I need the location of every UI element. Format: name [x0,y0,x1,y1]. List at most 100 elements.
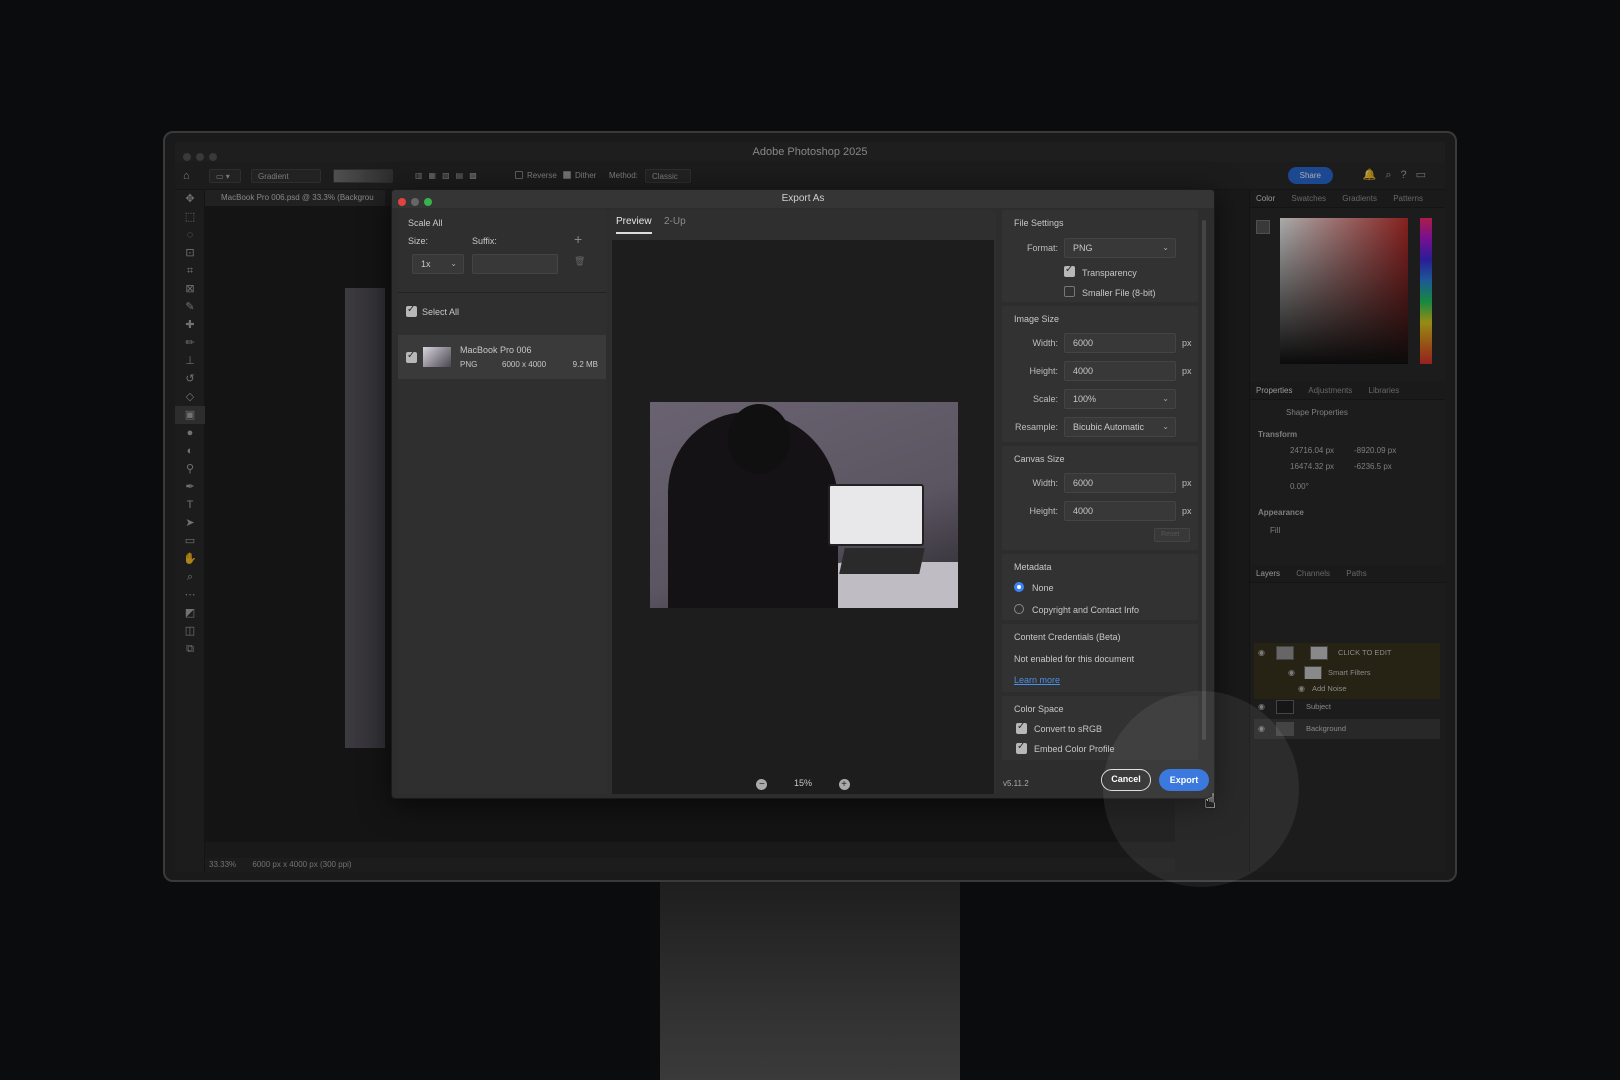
scale-select[interactable]: 100% ⌄ [1064,389,1176,409]
tab-2-up[interactable]: 2-Up [664,216,686,232]
metadata-title: Metadata [1014,562,1052,572]
monitor-frame: Adobe Photoshop 2025 ⌂ ▭ ▾ Gradient ▥▦▧▤… [163,131,1457,882]
dialog-title: Export As [781,193,825,204]
add-scale-icon[interactable]: + [574,231,582,247]
image-height-input[interactable]: 4000 [1064,361,1176,381]
canvas-height-unit: px [1182,506,1192,516]
metadata-none-radio[interactable] [1014,582,1024,592]
image-width-unit: px [1182,338,1192,348]
zoom-level: 15% [793,778,812,788]
resample-select[interactable]: Bicubic Automatic ⌄ [1064,417,1176,437]
embed-profile-checkbox[interactable] [1016,741,1027,754]
canvas-width-input[interactable]: 6000 [1064,473,1176,493]
content-credentials-title: Content Credentials (Beta) [1014,632,1121,642]
file-settings-title: File Settings [1014,218,1064,228]
asset-row[interactable]: MacBook Pro 006 PNG 6000 x 4000 9.2 MB [398,335,606,379]
version-label: v5.11.2 [1003,779,1029,788]
asset-file-size: 9.2 MB [572,360,598,369]
image-height-unit: px [1182,366,1192,376]
hand-cursor-icon: ☝ [1204,791,1217,813]
canvas-size-title: Canvas Size [1014,454,1065,464]
minimize-icon[interactable] [411,198,419,206]
settings-scrollbar[interactable] [1202,220,1206,740]
photoshop-window: Adobe Photoshop 2025 ⌂ ▭ ▾ Gradient ▥▦▧▤… [175,142,1445,872]
assets-column: Scale All Size: Suffix: + 1x ⌄ 🗑 Select A… [398,210,606,794]
chevron-down-icon: ⌄ [1162,394,1169,403]
transparency-label: Transparency [1082,268,1137,278]
zoom-in-icon[interactable]: + [838,779,850,790]
format-select[interactable]: PNG ⌄ [1064,238,1176,258]
metadata-copyright-radio[interactable] [1014,604,1024,614]
canvas-width-label: Width: [1032,478,1058,488]
resample-value: Bicubic Automatic [1073,422,1145,432]
zoom-out-icon[interactable]: − [756,779,768,790]
asset-dimensions: 6000 x 4000 [502,360,547,369]
image-width-value: 6000 [1073,338,1094,348]
suffix-label: Suffix: [472,236,497,246]
content-credentials-status: Not enabled for this document [1014,654,1135,664]
size-select[interactable]: 1x ⌄ [412,254,464,274]
learn-more-link[interactable]: Learn more [1014,675,1060,685]
select-all-checkbox[interactable] [406,304,417,317]
tab-preview[interactable]: Preview [616,216,652,234]
metadata-section: Metadata None Copyright and Contact Info [1002,554,1198,620]
color-space-section: Color Space Convert to sRGB Embed Color … [1002,696,1198,760]
export-as-dialog: Export As Scale All Size: Suffix: + 1x ⌄ … [391,189,1215,799]
smaller-file-label: Smaller File (8-bit) [1082,288,1156,298]
preview-image [650,402,958,608]
scale-value: 100% [1073,394,1097,404]
canvas-width-unit: px [1182,478,1192,488]
monitor-stand [660,882,960,1080]
transparency-checkbox[interactable] [1064,264,1075,277]
asset-format: PNG [460,360,478,369]
chevron-down-icon: ⌄ [1162,422,1169,431]
asset-name: MacBook Pro 006 [460,345,532,355]
embed-profile-label: Embed Color Profile [1034,744,1115,754]
canvas-width-value: 6000 [1073,478,1094,488]
file-settings-section: File Settings Format: PNG⌄ Transparency … [1002,210,1198,302]
canvas-height-label: Height: [1029,506,1058,516]
chevron-down-icon: ⌄ [1162,243,1169,252]
canvas-height-input[interactable]: 4000 [1064,501,1176,521]
image-height-value: 4000 [1073,366,1094,376]
chevron-down-icon: ⌄ [450,259,457,268]
preview-laptop-screen [828,484,924,546]
scale-label: Scale: [1032,394,1058,404]
cancel-button[interactable]: Cancel [1101,769,1151,791]
select-all-label: Select All [422,307,460,317]
metadata-copyright-label: Copyright and Contact Info [1032,605,1140,615]
format-label: Format: [1026,243,1058,253]
asset-thumbnail [423,347,451,367]
preview-head [728,404,790,474]
content-credentials-section: Content Credentials (Beta) Not enabled f… [1002,624,1198,692]
preview-laptop-base [839,548,925,574]
image-width-label: Width: [1032,338,1058,348]
zoom-icon[interactable] [424,198,432,206]
image-size-section: Image Size Width: 6000 px Height: 4000 p… [1002,306,1198,442]
metadata-none-label: None [1032,583,1054,593]
dialog-title-bar: Export As [392,190,1214,208]
trash-icon[interactable]: 🗑 [574,256,585,267]
zoom-controls: − 15% + [612,778,994,790]
scale-all-label: Scale All [408,218,443,228]
size-value: 1x [421,259,431,269]
image-height-label: Height: [1029,366,1058,376]
convert-srgb-checkbox[interactable] [1016,721,1027,734]
asset-checkbox[interactable] [406,350,417,363]
close-icon[interactable] [398,198,406,206]
format-value: PNG [1073,243,1093,253]
image-width-input[interactable]: 6000 [1064,333,1176,353]
preview-area[interactable]: − 15% + [612,240,994,794]
smaller-file-checkbox[interactable] [1064,286,1075,297]
canvas-size-section: Canvas Size Width: 6000 px Height: 4000 … [1002,446,1198,550]
settings-column: File Settings Format: PNG⌄ Transparency … [1000,210,1212,794]
image-size-title: Image Size [1014,314,1060,324]
reset-button[interactable]: Reset [1154,528,1190,542]
resample-label: Resample: [1014,422,1058,432]
divider [398,292,606,293]
canvas-height-value: 4000 [1073,506,1094,516]
color-space-title: Color Space [1014,704,1064,714]
export-button[interactable]: Export [1159,769,1209,791]
size-label: Size: [408,236,429,246]
suffix-input[interactable] [472,254,558,274]
